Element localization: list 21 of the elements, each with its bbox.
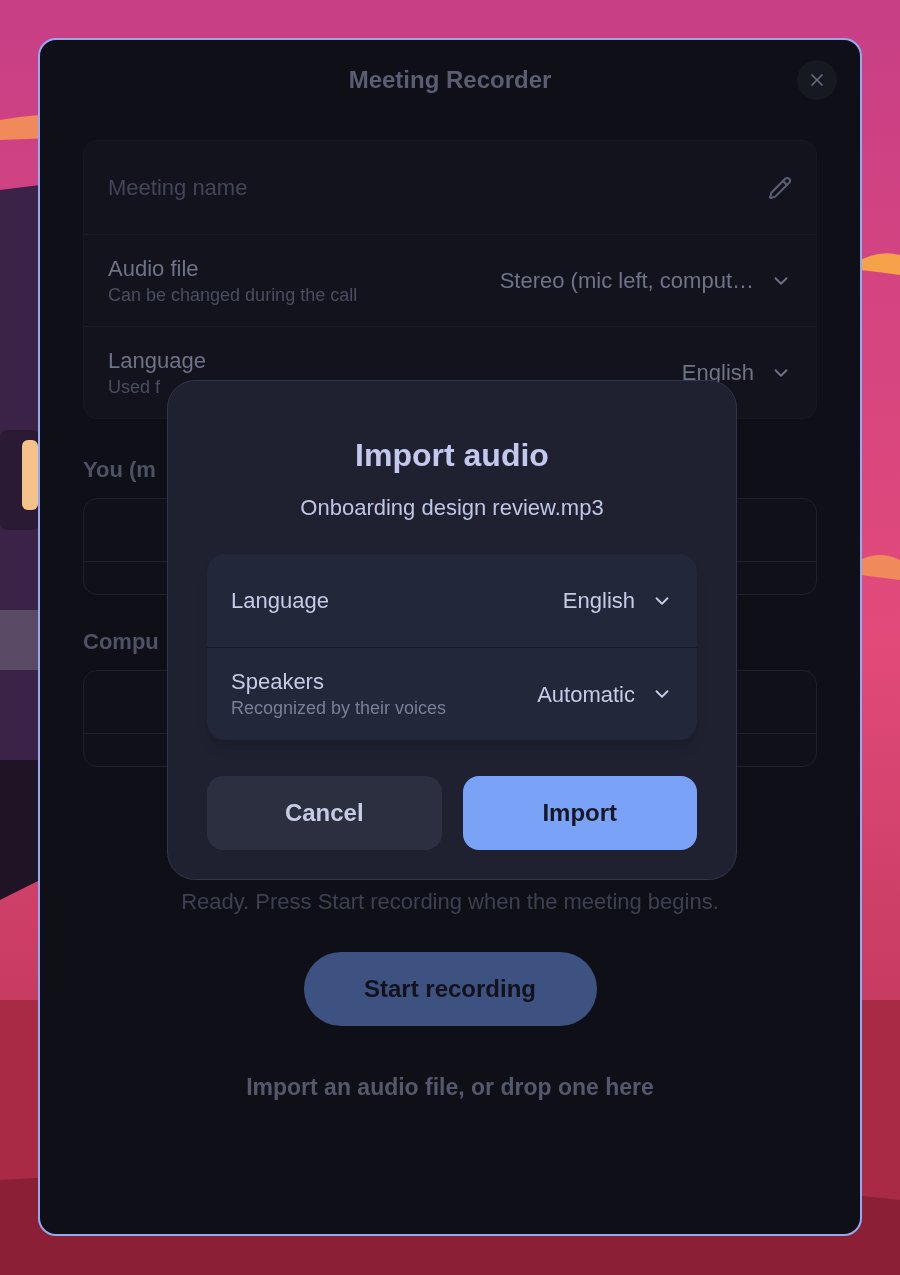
import-button[interactable]: Import: [462, 776, 697, 850]
dialog-title: Import audio: [355, 436, 549, 475]
dialog-filename: Onboarding design review.mp3: [300, 494, 604, 522]
setting-dropdown[interactable]: Stereo (mic left, comput…: [499, 264, 792, 297]
setting-hint: Used f: [108, 375, 162, 399]
close-button[interactable]: [797, 60, 837, 100]
cancel-button[interactable]: Cancel: [207, 776, 442, 850]
section-heading: You (m: [83, 456, 156, 484]
section-heading: Compu: [83, 628, 159, 656]
option-label: Speakers: [231, 668, 325, 696]
pencil-icon: [768, 175, 792, 200]
meeting-name-field[interactable]: Meeting name: [108, 171, 508, 204]
setting-hint: Can be changed during the call: [108, 283, 358, 307]
status-text: Ready. Press Start recording when the meeting begins.: [181, 888, 719, 916]
option-label: Language: [231, 586, 329, 615]
setting-label: Audio file: [108, 254, 200, 283]
option-dropdown[interactable]: English: [562, 584, 673, 617]
setting-label: Language: [108, 346, 206, 375]
window-title: Meeting Recorder: [348, 65, 552, 95]
option-dropdown[interactable]: Automatic: [537, 677, 673, 711]
option-hint: Recognized by their voices: [231, 697, 447, 720]
